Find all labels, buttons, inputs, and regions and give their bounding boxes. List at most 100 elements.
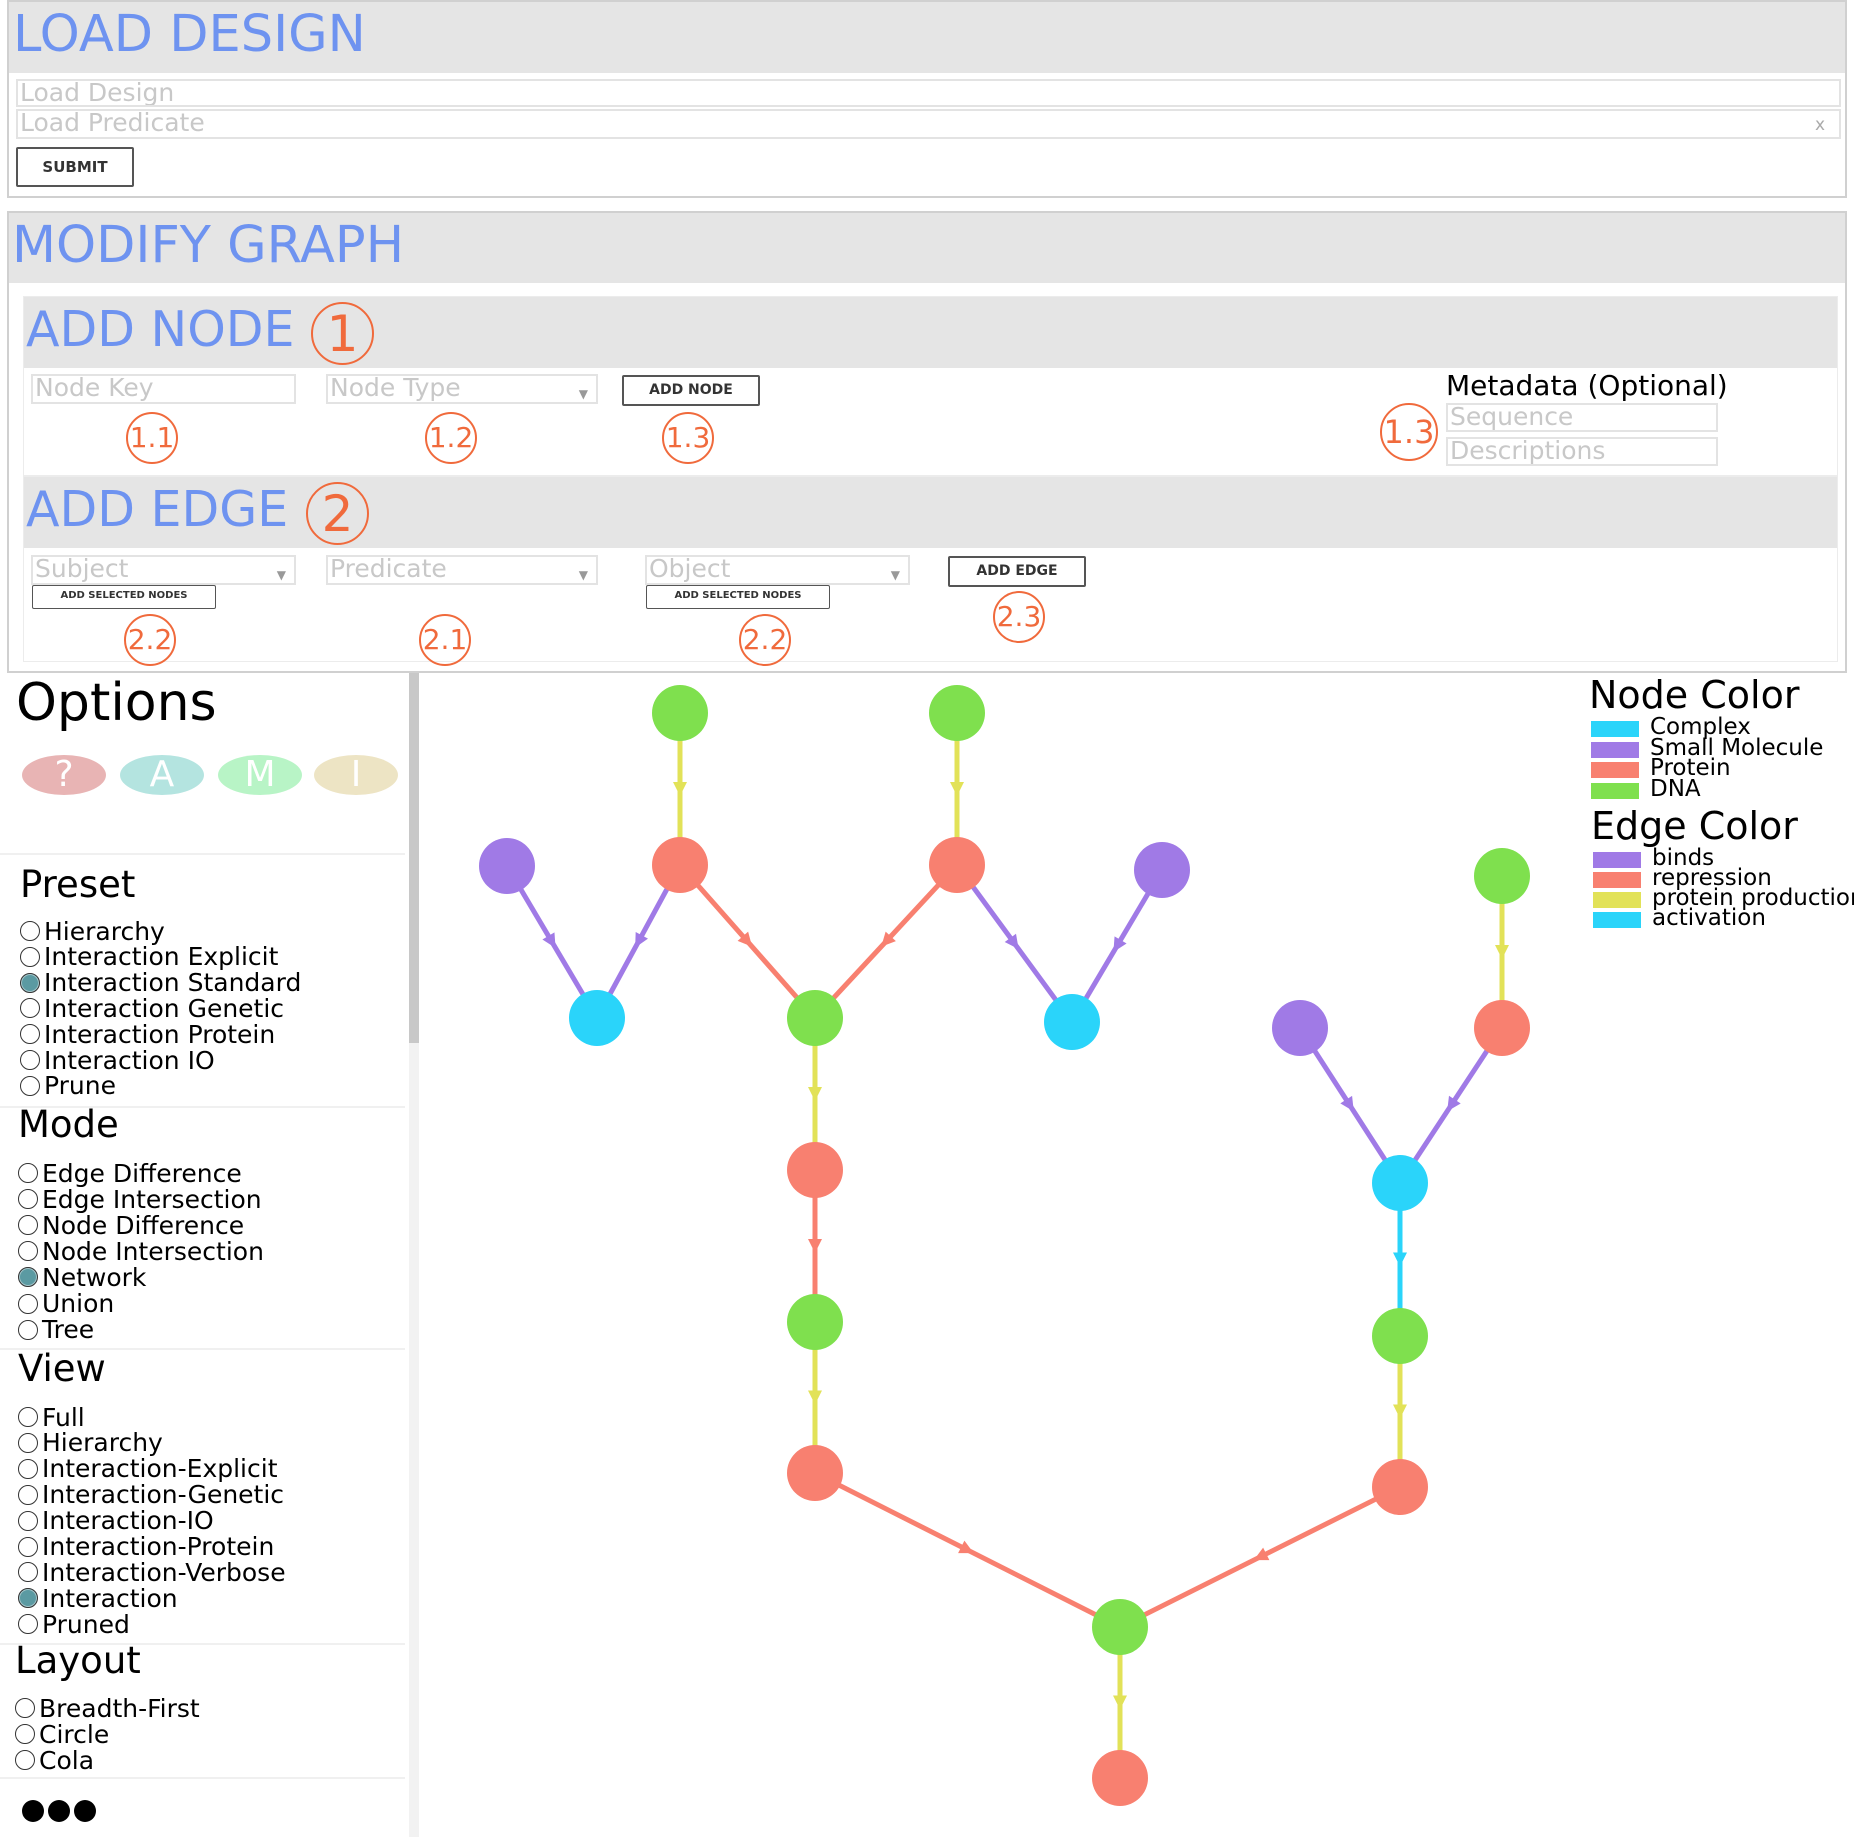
radio-option[interactable]: Interaction-Protein xyxy=(18,1532,274,1561)
radio-option[interactable]: Breadth-First xyxy=(15,1694,200,1723)
radio-button[interactable] xyxy=(18,1588,38,1609)
radio-option[interactable]: Cola xyxy=(15,1746,94,1775)
radio-button[interactable] xyxy=(15,1750,35,1771)
graph-node[interactable] xyxy=(1474,848,1530,904)
radio-button[interactable] xyxy=(20,972,40,993)
graph-nodes xyxy=(479,685,1530,1806)
graph-node[interactable] xyxy=(1272,1000,1328,1056)
radio-button[interactable] xyxy=(18,1319,38,1340)
graph-canvas[interactable] xyxy=(420,673,1580,1837)
radio-button[interactable] xyxy=(20,1075,40,1096)
radio-button[interactable] xyxy=(18,1458,38,1479)
graph-node[interactable] xyxy=(652,837,708,893)
node-key-input[interactable]: Node Key xyxy=(31,374,296,404)
radio-button[interactable] xyxy=(18,1215,38,1236)
graph-node[interactable] xyxy=(787,1294,843,1350)
graph-node[interactable] xyxy=(787,990,843,1046)
radio-button[interactable] xyxy=(18,1267,38,1288)
radio-option[interactable]: Full xyxy=(18,1403,85,1432)
load-predicate-input[interactable]: Load Predicate x xyxy=(16,109,1841,139)
radio-button[interactable] xyxy=(20,946,40,967)
radio-option[interactable]: Interaction Explicit xyxy=(20,942,278,971)
node-type-select[interactable]: Node Type ▼ xyxy=(326,374,598,404)
radio-button[interactable] xyxy=(18,1189,38,1210)
option-group-title: Layout xyxy=(15,1639,141,1682)
graph-node[interactable] xyxy=(479,838,535,894)
clear-icon[interactable]: x xyxy=(1815,113,1825,137)
radio-button[interactable] xyxy=(18,1407,38,1427)
radio-option[interactable]: Interaction-IO xyxy=(18,1506,214,1535)
graph-node[interactable] xyxy=(929,685,985,741)
more-dots-icon[interactable] xyxy=(22,1800,96,1822)
radio-button[interactable] xyxy=(18,1163,38,1183)
radio-option[interactable]: Interaction-Explicit xyxy=(18,1454,278,1483)
radio-option[interactable]: Edge Intersection xyxy=(18,1185,262,1214)
graph-node[interactable] xyxy=(1134,842,1190,898)
graph-node[interactable] xyxy=(1474,1000,1530,1056)
load-design-input[interactable]: Load Design xyxy=(16,79,1841,107)
help-pill[interactable]: ? xyxy=(22,755,106,795)
radio-button[interactable] xyxy=(18,1614,38,1635)
graph-node[interactable] xyxy=(569,990,625,1046)
radio-option[interactable]: Edge Difference xyxy=(18,1158,242,1188)
add-edge-button[interactable]: ADD EDGE xyxy=(948,556,1086,587)
radio-button[interactable] xyxy=(18,1432,38,1453)
graph-node[interactable] xyxy=(1372,1155,1428,1211)
sequence-input[interactable]: Sequence xyxy=(1446,403,1718,432)
radio-option[interactable]: Prune xyxy=(20,1071,116,1100)
radio-option[interactable]: Tree xyxy=(18,1315,94,1344)
radio-option[interactable]: Network xyxy=(18,1263,146,1292)
legend-swatch xyxy=(1593,892,1641,908)
radio-button[interactable] xyxy=(20,921,40,941)
radio-option[interactable]: Interaction Protein xyxy=(20,1020,275,1049)
graph-node[interactable] xyxy=(929,837,985,893)
m-pill[interactable]: M xyxy=(218,755,302,795)
radio-option[interactable]: Hierarchy xyxy=(20,917,165,946)
radio-option[interactable]: Interaction xyxy=(18,1584,178,1613)
radio-option[interactable]: Interaction-Genetic xyxy=(18,1480,284,1509)
radio-button[interactable] xyxy=(15,1724,35,1745)
radio-option[interactable]: Hierarchy xyxy=(18,1428,163,1457)
radio-option[interactable]: Circle xyxy=(15,1720,109,1749)
graph-node[interactable] xyxy=(787,1142,843,1198)
descriptions-input[interactable]: Descriptions xyxy=(1446,437,1718,466)
radio-option[interactable]: Interaction IO xyxy=(20,1046,215,1075)
radio-button[interactable] xyxy=(18,1484,38,1505)
radio-option[interactable]: Node Difference xyxy=(18,1211,244,1240)
graph-node[interactable] xyxy=(652,685,708,741)
object-select[interactable]: Object ▼ xyxy=(645,555,910,585)
subject-add-selected-nodes-button[interactable]: ADD SELECTED NODES xyxy=(32,585,216,609)
radio-button[interactable] xyxy=(18,1510,38,1531)
radio-option[interactable]: Interaction Genetic xyxy=(20,994,284,1023)
radio-option[interactable]: Interaction Standard xyxy=(20,968,301,997)
sidebar-scrollbar[interactable] xyxy=(409,673,419,1837)
radio-option[interactable]: Interaction-Verbose xyxy=(18,1558,286,1587)
radio-option[interactable]: Union xyxy=(18,1289,114,1318)
submit-button[interactable]: SUBMIT xyxy=(16,147,134,187)
radio-button[interactable] xyxy=(18,1562,38,1583)
radio-label: Edge Difference xyxy=(42,1158,242,1188)
radio-button[interactable] xyxy=(18,1536,38,1557)
add-node-button[interactable]: ADD NODE xyxy=(622,375,760,406)
radio-button[interactable] xyxy=(20,998,40,1019)
radio-button[interactable] xyxy=(18,1241,38,1262)
graph-node[interactable] xyxy=(1044,994,1100,1050)
radio-button[interactable] xyxy=(18,1293,38,1314)
graph-node[interactable] xyxy=(1372,1308,1428,1364)
radio-button[interactable] xyxy=(15,1698,35,1718)
radio-button[interactable] xyxy=(20,1024,40,1045)
graph-node[interactable] xyxy=(787,1445,843,1501)
scrollbar-thumb[interactable] xyxy=(409,673,419,1043)
a-pill[interactable]: A xyxy=(120,755,204,795)
radio-option[interactable]: Pruned xyxy=(18,1610,130,1639)
i-pill[interactable]: I xyxy=(314,755,398,795)
graph-node[interactable] xyxy=(1092,1750,1148,1806)
subject-select[interactable]: Subject ▼ xyxy=(31,555,296,585)
predicate-select[interactable]: Predicate ▼ xyxy=(326,555,598,585)
radio-option[interactable]: Node Intersection xyxy=(18,1237,264,1266)
object-add-selected-nodes-button[interactable]: ADD SELECTED NODES xyxy=(646,585,830,609)
radio-button[interactable] xyxy=(20,1050,40,1070)
edge-arrow-icon xyxy=(808,1239,822,1253)
graph-node[interactable] xyxy=(1092,1599,1148,1655)
graph-node[interactable] xyxy=(1372,1459,1428,1515)
